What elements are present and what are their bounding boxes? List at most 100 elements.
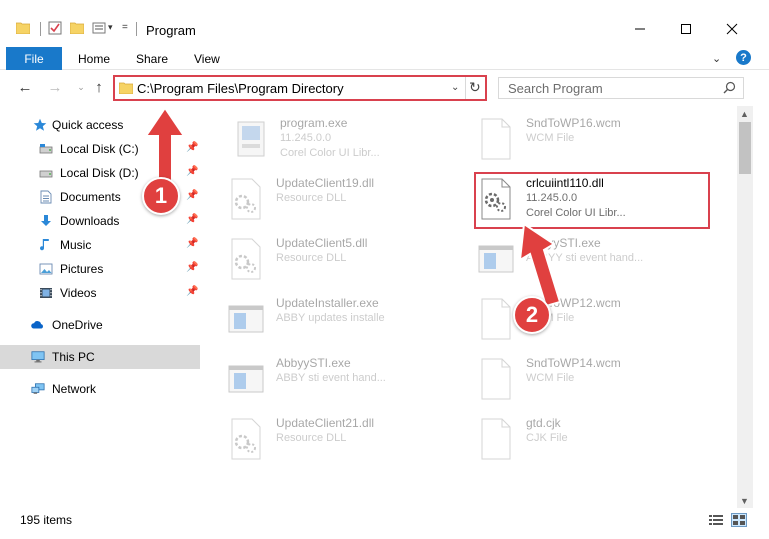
file-item[interactable]: UpdateClient19.dll Resource DLL bbox=[226, 170, 466, 230]
forward-button[interactable]: → bbox=[46, 78, 64, 96]
search-placeholder[interactable]: Search Program bbox=[508, 81, 603, 96]
step-2-marker: 2 bbox=[513, 296, 551, 334]
qa-dropdown-icon[interactable]: ▾ bbox=[108, 22, 113, 33]
file-name: gtd.cjk bbox=[526, 416, 561, 430]
sidebar-item-label: Downloads bbox=[60, 214, 120, 228]
file-item[interactable]: UpdateInstaller.exe ABBY updates install… bbox=[226, 290, 466, 350]
maximize-button[interactable] bbox=[672, 18, 700, 40]
details-view-icon[interactable] bbox=[709, 514, 723, 526]
tab-view[interactable]: View bbox=[194, 52, 220, 66]
file-name: program.exe bbox=[280, 116, 348, 130]
back-button[interactable]: ← bbox=[16, 78, 34, 96]
properties-check-icon[interactable] bbox=[48, 21, 62, 35]
file-item[interactable]: UpdateClient5.dll Resource DLL bbox=[226, 230, 466, 290]
close-button[interactable] bbox=[718, 18, 746, 40]
file-item[interactable]: UpdateClient21.dll Resource DLL bbox=[226, 410, 466, 470]
pin-icon[interactable]: 📌 bbox=[186, 238, 198, 249]
pin-icon[interactable]: 📌 bbox=[186, 262, 198, 273]
file-detail: CJK File bbox=[526, 432, 568, 444]
file-name: SndToWP16.wcm bbox=[526, 116, 621, 130]
status-bar: 195 items bbox=[0, 508, 769, 532]
file-detail: ABBY sti event hand... bbox=[276, 372, 386, 384]
sidebar-item-label: Videos bbox=[60, 286, 97, 300]
vertical-scrollbar[interactable]: ▲ ▼ bbox=[737, 106, 753, 510]
file-name: UpdateClient5.dll bbox=[276, 236, 368, 250]
file-item[interactable]: SndToWP14.wcm WCM File bbox=[476, 350, 716, 410]
address-path[interactable]: C:\Program Files\Program Directory bbox=[137, 81, 344, 96]
pictures-icon bbox=[39, 263, 53, 275]
refresh-icon[interactable]: ↻ bbox=[469, 79, 481, 96]
large-icons-view-icon[interactable] bbox=[731, 513, 747, 527]
file-item[interactable]: AbbyySTI.exe ABBY sti event hand... bbox=[226, 350, 466, 410]
tiles-glyph-icon bbox=[733, 515, 745, 525]
qa-customize-icon[interactable]: = bbox=[122, 22, 128, 33]
dll-icon bbox=[231, 178, 261, 220]
sidebar-item-network[interactable]: Network bbox=[0, 377, 200, 401]
expand-ribbon-icon[interactable]: ⌄ bbox=[712, 52, 721, 65]
scroll-down-icon[interactable]: ▼ bbox=[740, 496, 749, 506]
file-detail: ABBY updates installe bbox=[276, 312, 385, 324]
sidebar-item-onedrive[interactable]: OneDrive bbox=[0, 313, 200, 337]
sidebar-item-videos[interactable]: Videos 📌 bbox=[0, 281, 200, 305]
minimize-button[interactable] bbox=[626, 18, 654, 40]
file-item[interactable]: SndToWP16.wcm WCM File bbox=[476, 110, 716, 170]
address-dropdown-icon[interactable]: ⌄ bbox=[451, 82, 459, 93]
explorer-window: ▾ = Program File Home Share View ⌄ ? ← →… bbox=[0, 0, 769, 539]
window-title: Program bbox=[146, 23, 196, 38]
tab-home[interactable]: Home bbox=[78, 52, 110, 66]
scrollbar-thumb[interactable] bbox=[739, 122, 751, 174]
dll-icon bbox=[231, 238, 261, 280]
folder-icon[interactable] bbox=[16, 22, 30, 34]
sidebar-item-label: Music bbox=[60, 238, 92, 252]
file-detail: WCM File bbox=[526, 132, 575, 144]
file-name: AbbyySTI.exe bbox=[276, 356, 351, 370]
tab-file[interactable]: File bbox=[6, 47, 62, 70]
step-1-marker: 1 bbox=[142, 177, 180, 215]
file-name: UpdateClient19.dll bbox=[276, 176, 375, 190]
item-count: 195 items bbox=[20, 513, 73, 527]
app-window-icon bbox=[228, 305, 264, 333]
sidebar-item-music[interactable]: Music 📌 bbox=[0, 233, 200, 257]
drive-icon bbox=[39, 170, 53, 178]
computer-icon bbox=[31, 351, 45, 363]
drive-icon bbox=[39, 144, 53, 154]
sidebar-item-this-pc[interactable]: This PC bbox=[0, 345, 200, 369]
tab-share[interactable]: Share bbox=[136, 52, 168, 66]
sidebar-item-label: Network bbox=[52, 382, 97, 396]
new-folder-icon[interactable] bbox=[70, 22, 84, 34]
recent-locations-icon[interactable]: ⌄ bbox=[72, 78, 90, 96]
blank-file-icon bbox=[481, 418, 511, 460]
pin-icon[interactable]: 📌 bbox=[186, 286, 198, 297]
exe-icon bbox=[237, 121, 265, 157]
close-icon bbox=[726, 23, 738, 35]
arrow-to-target-file bbox=[518, 222, 562, 308]
file-item[interactable]: program.exe 11.245.0.0 Corel Color UI Li… bbox=[230, 110, 470, 170]
search-box[interactable]: Search Program bbox=[498, 77, 744, 99]
file-item[interactable]: gtd.cjk CJK File bbox=[476, 410, 716, 470]
videos-icon bbox=[40, 288, 52, 298]
folder-icon bbox=[119, 82, 133, 94]
scroll-up-icon[interactable]: ▲ bbox=[740, 109, 749, 119]
pin-icon[interactable]: 📌 bbox=[186, 190, 198, 201]
sidebar-item-label: Pictures bbox=[60, 262, 104, 276]
documents-icon bbox=[40, 190, 52, 204]
sidebar-item-label: This PC bbox=[52, 350, 95, 364]
file-list: program.exe 11.245.0.0 Corel Color UI Li… bbox=[200, 106, 737, 508]
file-name: UpdateClient21.dll bbox=[276, 416, 375, 430]
onedrive-icon bbox=[31, 321, 43, 329]
search-icon[interactable] bbox=[723, 81, 736, 94]
download-icon bbox=[41, 215, 51, 226]
customize-icon[interactable] bbox=[92, 21, 106, 35]
blank-file-icon bbox=[481, 358, 511, 400]
file-name: SndToWP14.wcm bbox=[526, 356, 621, 370]
sidebar-item-label: Documents bbox=[60, 190, 121, 204]
sidebar-item-label: Quick access bbox=[52, 118, 124, 132]
help-icon[interactable]: ? bbox=[736, 50, 751, 65]
pin-icon[interactable]: 📌 bbox=[186, 214, 198, 225]
address-bar[interactable]: C:\Program Files\Program Directory ⌄ ↻ bbox=[113, 75, 487, 101]
toolbar-separator bbox=[40, 22, 41, 36]
star-icon bbox=[33, 118, 47, 131]
sidebar-item-pictures[interactable]: Pictures 📌 bbox=[0, 257, 200, 281]
up-button[interactable]: ↑ bbox=[90, 78, 108, 96]
file-name: UpdateInstaller.exe bbox=[276, 296, 379, 310]
